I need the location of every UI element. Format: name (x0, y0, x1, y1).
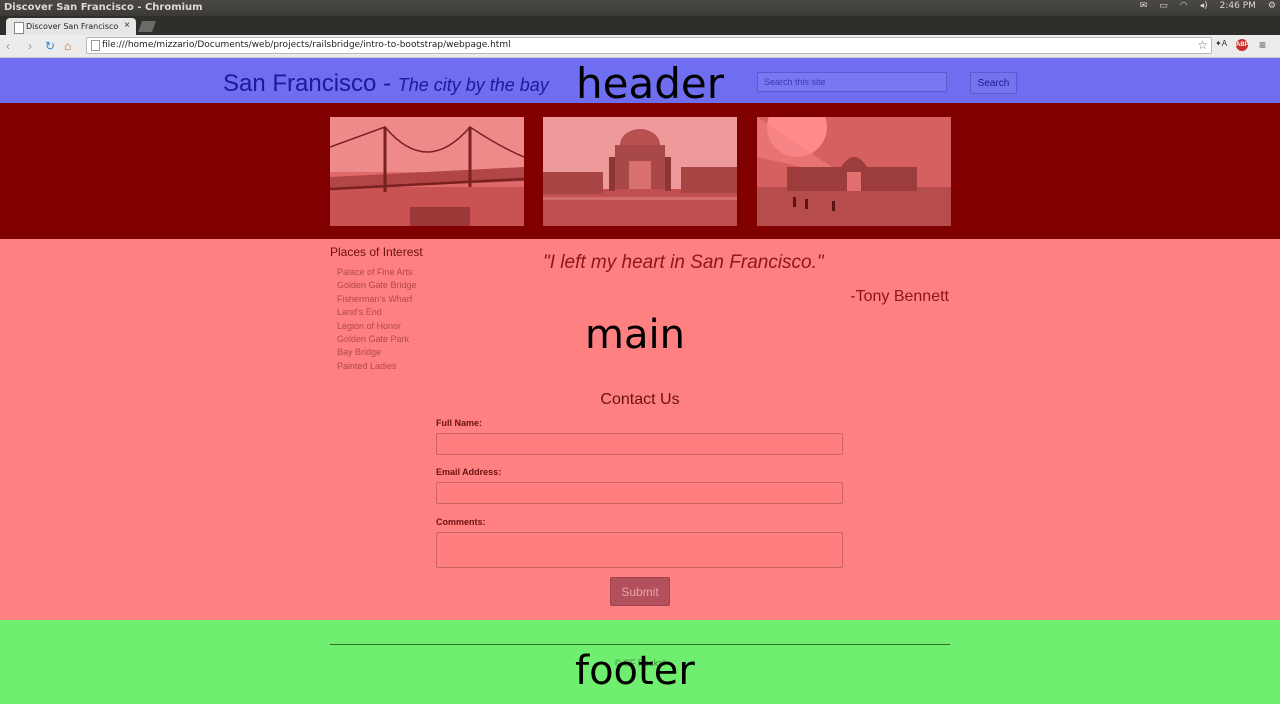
golden-gate-bridge-photo (330, 117, 524, 226)
wifi-icon[interactable]: ◠ (1180, 1, 1188, 11)
comments-label: Comments: (436, 517, 486, 527)
sidebar-item-golden-gate-park[interactable]: Golden Gate Park (337, 333, 417, 346)
plaza-sunset-photo (757, 117, 951, 226)
main-region-label: main (585, 312, 685, 358)
page-icon (91, 40, 100, 51)
header-region-label: header (576, 59, 724, 108)
sidebar-item-bay-bridge[interactable]: Bay Bridge (337, 346, 417, 359)
site-name: San Francisco (223, 70, 377, 97)
comments-field[interactable] (436, 532, 843, 568)
close-tab-icon[interactable]: × (124, 20, 130, 31)
webpage: San Francisco - The city by the bay head… (0, 58, 1280, 720)
mail-icon[interactable]: ✉ (1140, 1, 1148, 11)
submit-button[interactable]: Submit (610, 577, 670, 606)
footer-divider (330, 644, 950, 645)
sidebar-item-palace-of-fine-arts[interactable]: Palace of Fine Arts (337, 266, 417, 279)
window-title: Discover San Francisco - Chromium (4, 2, 203, 13)
browser-toolbar: ‹ › ↻ ⌂ file:///home/mizzario/Documents/… (0, 35, 1280, 58)
url-text[interactable]: file:///home/mizzario/Documents/web/proj… (102, 40, 511, 50)
sidebar-item-lands-end[interactable]: Land's End (337, 306, 417, 319)
bookmark-star-icon[interactable]: ☆ (1197, 38, 1208, 52)
full-name-label: Full Name: (436, 418, 483, 428)
sidebar-title: Places of Interest (330, 245, 423, 259)
sidebar-item-legion-of-honor[interactable]: Legion of Honor (337, 320, 417, 333)
menu-icon[interactable]: ≡ (1259, 38, 1266, 52)
search-button[interactable]: Search (970, 72, 1017, 94)
clock[interactable]: 2:46 PM (1220, 1, 1256, 11)
full-name-field[interactable] (436, 433, 843, 455)
adblock-icon[interactable]: ABP (1236, 39, 1249, 51)
site-header: San Francisco - The city by the bay head… (0, 58, 1280, 108)
main-section: Places of Interest Palace of Fine Arts G… (0, 239, 1280, 620)
back-icon[interactable]: ‹ (6, 39, 10, 53)
new-tab-button[interactable] (137, 21, 157, 32)
tab-strip: Discover San Francisco × (0, 16, 1280, 35)
places-list: Palace of Fine Arts Golden Gate Bridge F… (337, 266, 417, 373)
battery-icon[interactable]: ▭ (1159, 1, 1168, 11)
home-icon[interactable]: ⌂ (64, 39, 71, 53)
palace-of-fine-arts-photo (543, 117, 737, 226)
browser-tab[interactable]: Discover San Francisco × (6, 18, 136, 35)
sidebar-item-golden-gate-bridge[interactable]: Golden Gate Bridge (337, 279, 417, 292)
sidebar-item-painted-ladies[interactable]: Painted Ladies (337, 360, 417, 373)
sidebar-item-fishermans-wharf[interactable]: Fisherman's Wharf (337, 293, 417, 306)
quote: "I left my heart in San Francisco." (543, 252, 824, 273)
photo-banner (0, 103, 1280, 239)
extension-icon[interactable]: ✦A (1215, 39, 1227, 48)
reload-icon[interactable]: ↻ (45, 39, 55, 53)
contact-title: Contact Us (600, 391, 680, 408)
tab-title: Discover San Francisco (26, 22, 119, 31)
system-tray: ✉ ▭ ◠ ◂) 2:46 PM ⚙ (1140, 1, 1276, 11)
footer-region-label: footer (575, 648, 695, 694)
site-title: San Francisco - The city by the bay (223, 70, 549, 98)
email-field[interactable] (436, 482, 843, 504)
email-label: Email Address: (436, 467, 502, 477)
address-bar[interactable]: file:///home/mizzario/Documents/web/proj… (86, 37, 1212, 54)
title-separator: - (376, 70, 398, 97)
search-input[interactable] (757, 72, 947, 92)
gear-icon[interactable]: ⚙ (1268, 1, 1276, 11)
quote-author: -Tony Bennett (850, 288, 949, 305)
site-footer: © SF Rocks! footer (0, 620, 1280, 704)
forward-icon[interactable]: › (28, 39, 32, 53)
page-icon (14, 22, 24, 34)
site-tagline: The city by the bay (397, 75, 549, 95)
os-top-bar: Discover San Francisco - Chromium ✉ ▭ ◠ … (0, 0, 1280, 16)
volume-icon[interactable]: ◂) (1200, 1, 1208, 11)
